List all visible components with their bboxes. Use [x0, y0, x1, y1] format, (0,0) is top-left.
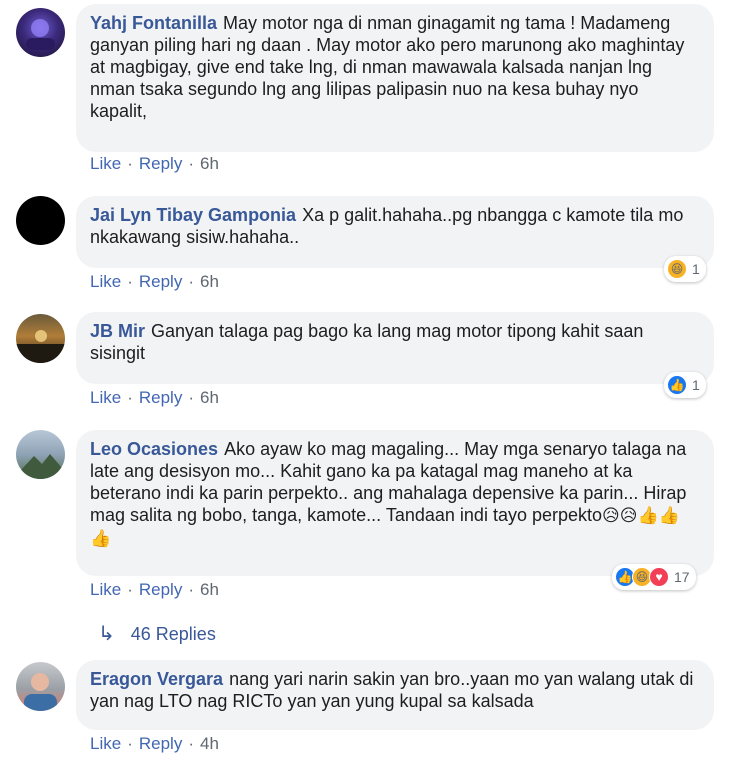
- comment-actions: Like · Reply · 6h: [90, 580, 219, 600]
- comment-author[interactable]: Jai Lyn Tibay Gamponia: [90, 205, 296, 225]
- reply-arrow-icon: ↳: [98, 623, 115, 645]
- comment-time[interactable]: 4h: [200, 734, 219, 753]
- comment-author[interactable]: Leo Ocasiones: [90, 439, 218, 459]
- reaction-count: 1: [692, 377, 700, 393]
- separator: ·: [127, 734, 133, 753]
- avatar[interactable]: [16, 662, 65, 711]
- avatar[interactable]: [16, 8, 65, 57]
- comment-actions: Like · Reply · 6h: [90, 388, 219, 408]
- like-reaction-icon: 👍: [667, 375, 687, 395]
- love-reaction-icon: ♥: [649, 567, 669, 587]
- avatar-image: [26, 19, 55, 50]
- avatar[interactable]: [16, 430, 65, 479]
- separator: ·: [188, 272, 194, 291]
- separator: ·: [127, 272, 133, 291]
- avatar[interactable]: [16, 314, 65, 363]
- comment-actions: Like · Reply · 6h: [90, 272, 219, 292]
- reactions-summary[interactable]: 👍 😆 ♥ 17: [612, 564, 696, 590]
- separator: ·: [127, 388, 133, 407]
- comment-bubble: Yahj Fontanilla May motor nga di nman gin…: [76, 4, 714, 152]
- separator: ·: [127, 154, 133, 173]
- view-replies-link[interactable]: ↳ 46 Replies: [98, 621, 216, 646]
- avatar-image: [21, 454, 62, 479]
- comment-bubble: Eragon Vergara nang yari narin sakin yan …: [76, 660, 714, 730]
- separator: ·: [188, 734, 194, 753]
- reply-button[interactable]: Reply: [139, 388, 182, 407]
- separator: ·: [188, 388, 194, 407]
- reactions-summary[interactable]: 😆 1: [664, 256, 706, 282]
- like-button[interactable]: Like: [90, 388, 121, 407]
- avatar-image: [16, 330, 65, 363]
- separator: ·: [127, 580, 133, 599]
- like-button[interactable]: Like: [90, 734, 121, 753]
- comment-time[interactable]: 6h: [200, 272, 219, 291]
- comment-author[interactable]: Yahj Fontanilla: [90, 13, 217, 33]
- comment-bubble: Leo Ocasiones Ako ayaw ko mag magaling...…: [76, 430, 714, 576]
- separator: ·: [188, 580, 194, 599]
- like-button[interactable]: Like: [90, 154, 121, 173]
- reply-button[interactable]: Reply: [139, 580, 182, 599]
- reaction-count: 17: [674, 569, 690, 585]
- replies-count: 46 Replies: [130, 624, 216, 644]
- comment-bubble: Jai Lyn Tibay Gamponia Xa p galit.hahaha.…: [76, 196, 714, 268]
- haha-reaction-icon: 😆: [667, 259, 687, 279]
- comment-author[interactable]: JB Mir: [90, 321, 145, 341]
- reply-button[interactable]: Reply: [139, 734, 182, 753]
- like-button[interactable]: Like: [90, 272, 121, 291]
- comment-actions: Like · Reply · 6h: [90, 154, 219, 174]
- comment-time[interactable]: 6h: [200, 388, 219, 407]
- comment-author[interactable]: Eragon Vergara: [90, 669, 223, 689]
- comment-bubble: JB Mir Ganyan talaga pag bago ka lang mag…: [76, 312, 714, 384]
- reactions-summary[interactable]: 👍 1: [664, 372, 706, 398]
- reply-button[interactable]: Reply: [139, 272, 182, 291]
- comment-text: Ganyan talaga pag bago ka lang mag motor…: [90, 321, 644, 363]
- separator: ·: [188, 154, 194, 173]
- avatar[interactable]: [16, 196, 65, 245]
- like-button[interactable]: Like: [90, 580, 121, 599]
- comment-time[interactable]: 6h: [200, 580, 219, 599]
- reaction-count: 1: [692, 261, 700, 277]
- comment-time[interactable]: 6h: [200, 154, 219, 173]
- reply-button[interactable]: Reply: [139, 154, 182, 173]
- avatar-image: [24, 673, 57, 711]
- comment-actions: Like · Reply · 4h: [90, 734, 219, 754]
